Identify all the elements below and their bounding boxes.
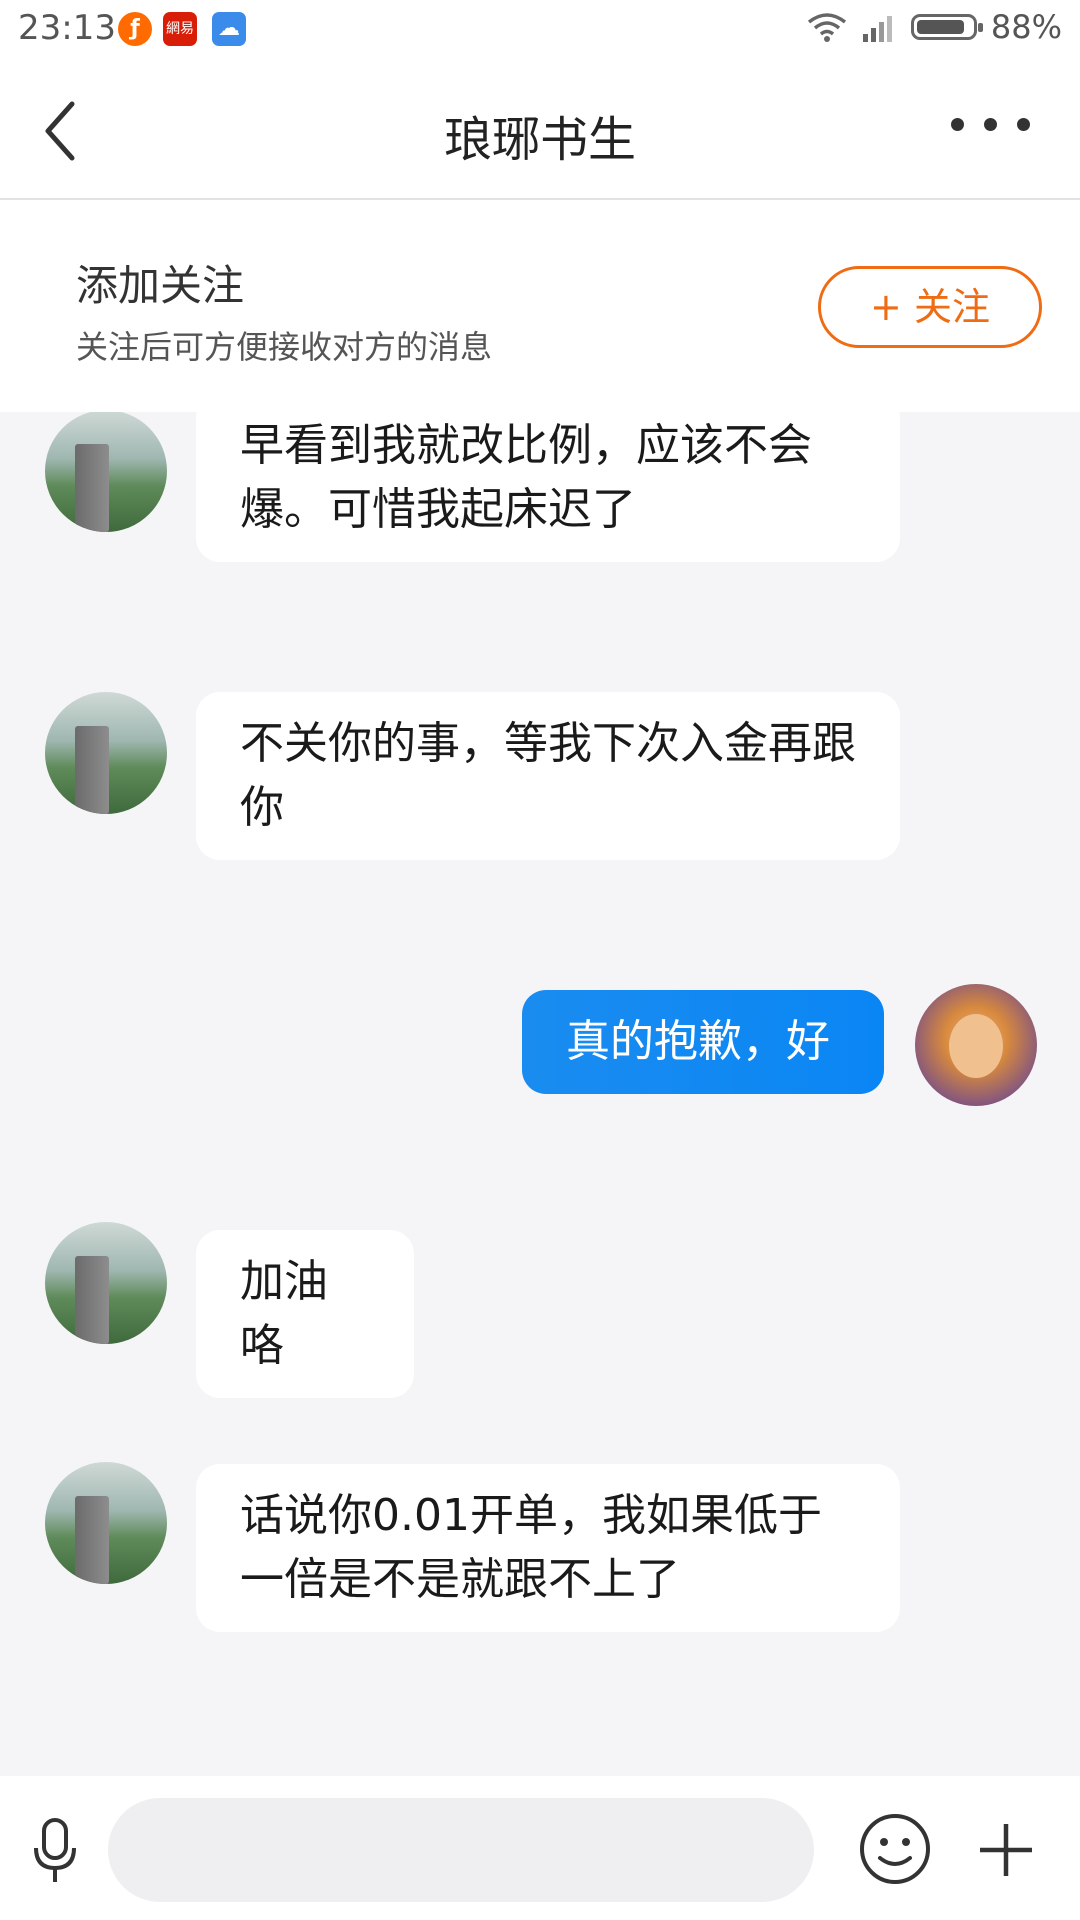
- peer-avatar[interactable]: [45, 1222, 167, 1344]
- nav-bar: 琅琊书生: [0, 62, 1080, 200]
- more-dots-icon[interactable]: [951, 118, 1030, 131]
- chat-screen: 23:13 ƒ 網易 ☁ 88% 琅琊书生 添加关注 关注后可方便接收对方的消息…: [0, 0, 1080, 1920]
- peer-avatar[interactable]: [45, 412, 167, 532]
- self-avatar[interactable]: [915, 984, 1037, 1106]
- message-bubble-self[interactable]: 真的抱歉，好: [522, 990, 884, 1094]
- message-bubble[interactable]: 不关你的事，等我下次入金再跟你: [196, 692, 900, 860]
- peer-avatar[interactable]: [45, 1462, 167, 1584]
- status-bar: 23:13 ƒ 網易 ☁ 88%: [0, 0, 1080, 62]
- cloud-app-icon: ☁: [212, 12, 246, 46]
- status-right: 88%: [807, 8, 1062, 46]
- message-bubble[interactable]: 话说你0.01开单，我如果低于一倍是不是就跟不上了: [196, 1464, 900, 1632]
- page-title: 琅琊书生: [443, 112, 636, 168]
- peer-avatar[interactable]: [45, 692, 167, 814]
- message-input[interactable]: [108, 1798, 814, 1902]
- signal-icon: [862, 16, 892, 42]
- follow-button[interactable]: + 关注: [818, 266, 1042, 348]
- follow-banner: 添加关注 关注后可方便接收对方的消息 + 关注: [0, 200, 1080, 412]
- message-list[interactable]: 早看到我就改比例，应该不会爆。可惜我起床迟了 不关你的事，等我下次入金再跟你 真…: [0, 412, 1080, 1776]
- follow-banner-subtitle: 关注后可方便接收对方的消息: [76, 328, 493, 366]
- battery-level-fill: [916, 20, 965, 34]
- microphone-icon[interactable]: [30, 1816, 80, 1886]
- plus-icon[interactable]: [976, 1820, 1036, 1880]
- input-bar: [0, 1776, 1080, 1920]
- battery-percent: 88%: [990, 8, 1062, 46]
- message-bubble[interactable]: 早看到我就改比例，应该不会爆。可惜我起床迟了: [196, 412, 900, 562]
- battery-icon: [910, 14, 983, 40]
- flame-app-icon: ƒ: [118, 12, 152, 46]
- status-time: 23:13: [18, 8, 116, 48]
- emoji-icon[interactable]: [858, 1812, 932, 1886]
- wifi-icon: [807, 13, 846, 42]
- netease-app-icon: 網易: [163, 12, 197, 46]
- message-bubble[interactable]: 加油咯: [196, 1230, 414, 1398]
- follow-banner-title: 添加关注: [76, 261, 245, 310]
